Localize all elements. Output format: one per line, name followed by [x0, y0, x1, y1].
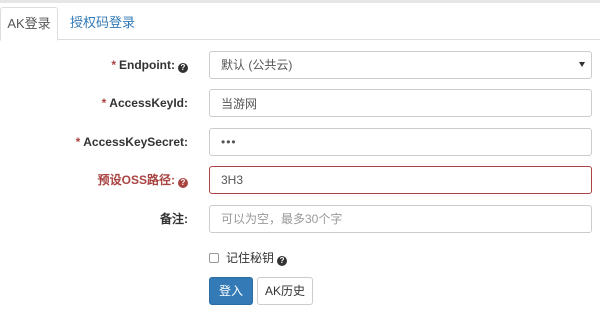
- access-key-secret-row: * AccessKeySecret:: [0, 128, 600, 156]
- required-mark: *: [101, 96, 107, 110]
- access-key-secret-label-text: AccessKeySecret:: [83, 135, 188, 149]
- tab-ak-login[interactable]: AK登录: [0, 7, 58, 41]
- remark-label: 备注:: [160, 205, 188, 233]
- remark-row: 备注:: [0, 205, 600, 233]
- chevron-down-icon: [579, 62, 585, 67]
- ak-history-button[interactable]: AK历史: [257, 277, 313, 305]
- access-key-id-row: * AccessKeyId:: [0, 89, 600, 117]
- required-mark: *: [111, 58, 117, 72]
- login-button[interactable]: 登入: [209, 277, 253, 305]
- tab-auth-code-login[interactable]: 授权码登录: [60, 7, 145, 41]
- help-icon[interactable]: ?: [178, 178, 188, 188]
- endpoint-selected-value: 默认 (公共云): [221, 58, 293, 72]
- access-key-id-label: * AccessKeyId:: [102, 89, 188, 117]
- endpoint-select[interactable]: 默认 (公共云): [209, 51, 592, 79]
- remember-secret-label: 记住秘钥?: [226, 250, 288, 266]
- remember-secret-checkbox[interactable]: [209, 253, 219, 263]
- access-key-secret-input[interactable]: [209, 128, 592, 156]
- access-key-id-label-text: AccessKeyId:: [109, 96, 188, 110]
- login-tabs: AK登录 授权码登录: [0, 3, 600, 41]
- endpoint-label-text: Endpoint:: [119, 58, 175, 72]
- help-icon[interactable]: ?: [277, 256, 288, 266]
- preset-oss-path-input[interactable]: [209, 166, 592, 194]
- remark-label-text: 备注:: [160, 212, 188, 226]
- endpoint-label: * Endpoint:?: [111, 51, 188, 79]
- remember-secret-label-text: 记住秘钥: [226, 251, 275, 265]
- help-icon[interactable]: ?: [178, 63, 188, 73]
- required-mark: *: [75, 135, 81, 149]
- preset-oss-path-label-text: 预设OSS路径:: [97, 173, 175, 187]
- access-key-secret-label: * AccessKeySecret:: [76, 128, 188, 156]
- preset-oss-path-row: 预设OSS路径:?: [0, 166, 600, 194]
- access-key-id-input[interactable]: [209, 89, 592, 117]
- remark-input[interactable]: [209, 205, 592, 233]
- preset-oss-path-label: 预设OSS路径:?: [98, 166, 188, 194]
- endpoint-row: * Endpoint:? 默认 (公共云): [0, 51, 600, 79]
